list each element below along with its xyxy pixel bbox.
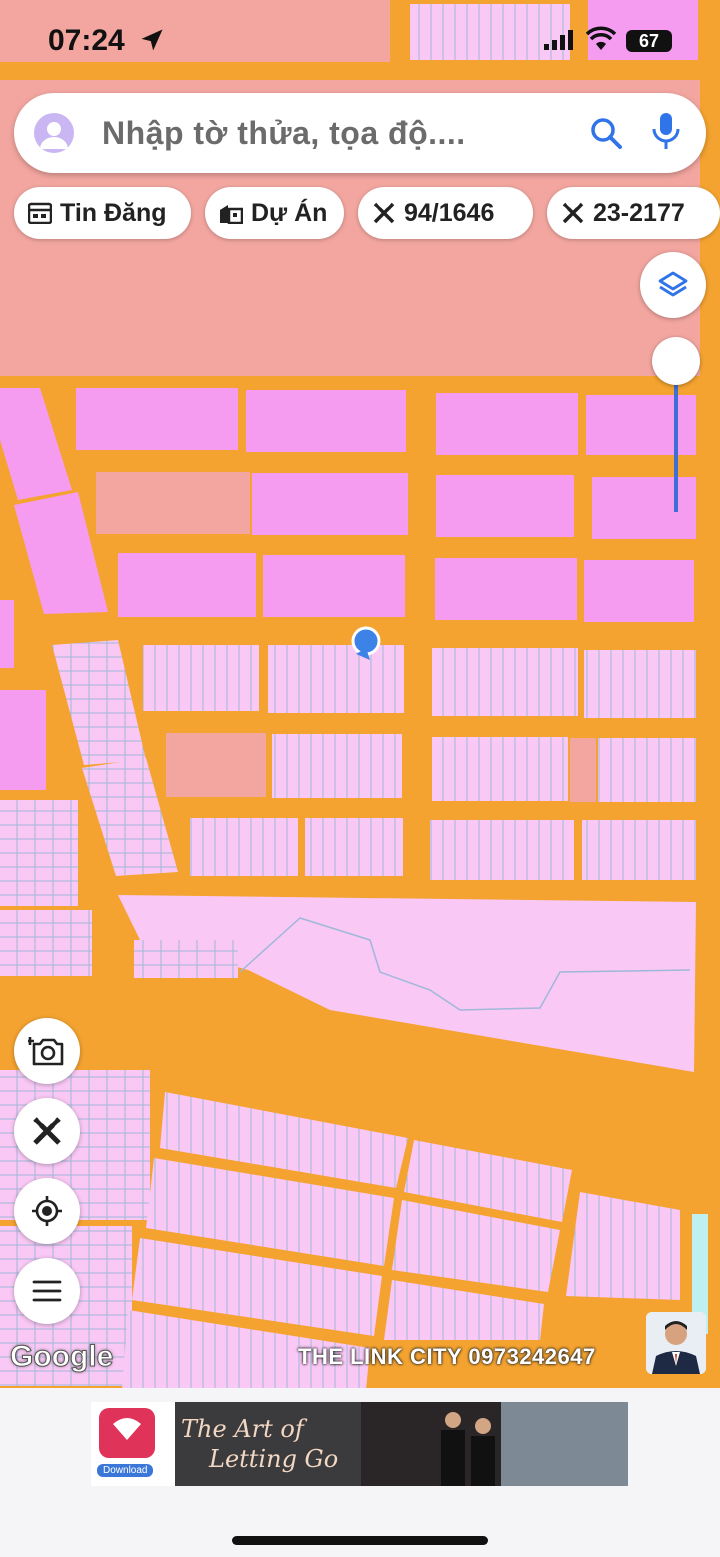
search-bar[interactable]: Nhập tờ thửa, tọa độ.... [14,93,706,173]
ad-title: The Art of Letting Go [181,1414,338,1474]
battery-indicator: 67 [626,30,672,52]
ruler-cross-icon [562,202,584,224]
status-bar: 07:24 67 [0,0,720,80]
camera-add-icon [28,1037,64,1066]
chip-tin-dang[interactable]: Tin Đăng [14,187,191,239]
user-icon [40,122,68,149]
buildings-icon [220,205,243,224]
microphone-icon[interactable] [650,111,682,153]
crosshair-icon [32,1196,62,1226]
search-input[interactable]: Nhập tờ thửa, tọa độ.... [102,115,466,152]
ad-banner[interactable]: The Art of Letting Go Download [91,1402,628,1486]
calendar-icon [28,202,52,224]
layers-button[interactable] [640,252,706,318]
chip-label: Dự Án [251,198,328,227]
measure-button[interactable] [14,1098,80,1164]
menu-icon [32,1280,62,1302]
camera-button[interactable] [14,1018,80,1084]
layers-icon [658,271,688,297]
ad-image [91,1402,628,1486]
zoom-slider-track[interactable] [674,368,678,512]
menu-button[interactable] [14,1258,80,1324]
chip-parcel-23-2177[interactable]: 23-2177 [547,187,720,239]
map-watermark: THE LINK CITY 0973242647 [298,1344,596,1369]
wifi-icon [586,26,616,50]
home-indicator [232,1536,488,1545]
search-icon[interactable] [588,115,624,151]
status-time: 07:24 [48,24,125,57]
chip-du-an[interactable]: Dự Án [205,187,344,239]
google-attribution: Google [9,1340,114,1374]
signal-icon [544,30,573,50]
ad-title-line2: Letting Go [209,1445,339,1473]
chip-label: 94/1646 [404,198,495,227]
my-location-button[interactable] [14,1178,80,1244]
bottom-bar: The Art of Letting Go Download [0,1388,720,1557]
person-photo [646,1312,706,1374]
ruler-cross-icon [33,1117,61,1145]
agent-avatar[interactable] [646,1312,706,1374]
chip-parcel-94-1646[interactable]: 94/1646 [358,187,533,239]
chip-label: 23-2177 [593,198,685,227]
ruler-cross-icon [373,202,395,224]
ad-download-badge[interactable]: Download [97,1464,154,1477]
ad-title-line1: The Art of [181,1415,304,1443]
avatar[interactable] [34,113,74,153]
location-arrow-icon [141,29,163,51]
zoom-slider-handle[interactable] [652,337,700,385]
chip-label: Tin Đăng [60,198,167,227]
